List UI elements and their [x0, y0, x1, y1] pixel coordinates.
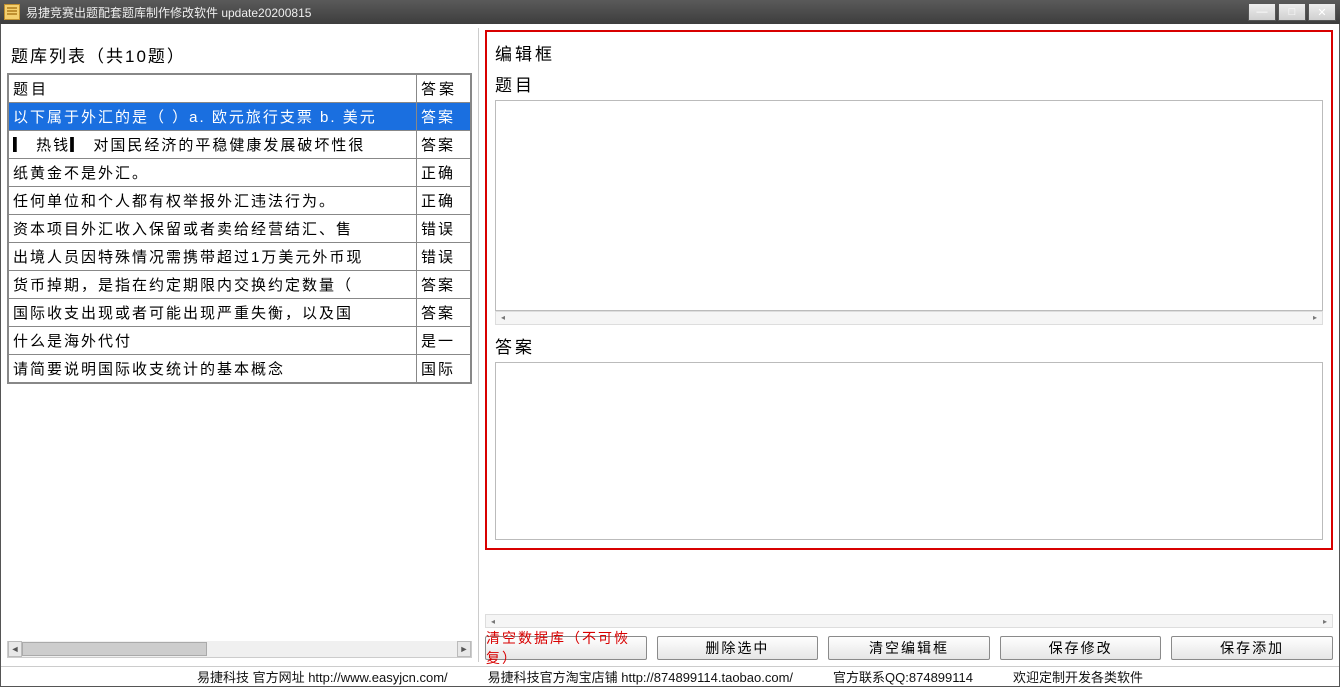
status-website: 易捷科技 官方网址 http://www.easyjcn.com/ — [197, 667, 448, 686]
scroll-thumb[interactable] — [22, 642, 207, 656]
right-pane: 编辑框 题目 ◂ ▸ 答案 ◂ ▸ — [479, 24, 1339, 666]
lower-right-area: ◂ ▸ — [485, 556, 1333, 628]
table-row[interactable]: 纸黄金不是外汇。正确 — [9, 159, 471, 187]
question-textarea[interactable] — [495, 100, 1323, 311]
cell-question: 什么是海外代付 — [9, 327, 417, 355]
status-bar: 易捷科技 官方网址 http://www.easyjcn.com/ 易捷科技官方… — [1, 666, 1339, 686]
cell-answer: 国际 — [417, 355, 471, 383]
cell-question: 请简要说明国际收支统计的基本概念 — [9, 355, 417, 383]
cell-question: 资本项目外汇收入保留或者卖给经营结汇、售 — [9, 215, 417, 243]
cell-answer: 错误 — [417, 243, 471, 271]
cell-question: 纸黄金不是外汇。 — [9, 159, 417, 187]
scroll-left-icon[interactable]: ◄ — [8, 641, 22, 657]
scroll-right-icon[interactable]: ▸ — [1308, 312, 1322, 324]
editor-panel-title: 编辑框 — [495, 38, 1323, 69]
table-row[interactable]: 货币掉期，是指在约定期限内交换约定数量（答案 — [9, 271, 471, 299]
cell-question: 出境人员因特殊情况需携带超过1万美元外币现 — [9, 243, 417, 271]
left-horizontal-scrollbar[interactable]: ◄ ► — [7, 641, 472, 658]
table-row[interactable]: 什么是海外代付是一 — [9, 327, 471, 355]
scroll-left-icon[interactable]: ◂ — [496, 312, 510, 324]
cell-question: ▎ 热钱▎ 对国民经济的平稳健康发展破坏性很 — [9, 131, 417, 159]
left-pane: 题库列表（共10题） 题目 答案 以下属于外汇的是（ ）a. 欧元旅行支票 b.… — [1, 24, 478, 666]
cell-question: 国际收支出现或者可能出现严重失衡，以及国 — [9, 299, 417, 327]
lower-hscroll[interactable]: ◂ ▸ — [485, 614, 1333, 628]
clear-editor-button[interactable]: 清空编辑框 — [828, 636, 990, 660]
col-question[interactable]: 题目 — [9, 75, 417, 103]
title-bar: 易捷竞赛出题配套题库制作修改软件 update20200815 — □ ✕ — [0, 0, 1340, 24]
table-row[interactable]: 任何单位和个人都有权举报外汇违法行为。正确 — [9, 187, 471, 215]
window-controls: — □ ✕ — [1246, 3, 1336, 21]
maximize-button[interactable]: □ — [1278, 3, 1306, 21]
table-row[interactable]: 国际收支出现或者可能出现严重失衡，以及国答案 — [9, 299, 471, 327]
scroll-left-icon[interactable]: ◂ — [486, 615, 500, 627]
cell-question: 任何单位和个人都有权举报外汇违法行为。 — [9, 187, 417, 215]
save-add-button[interactable]: 保存添加 — [1171, 636, 1333, 660]
status-qq: 官方联系QQ:874899114 — [833, 667, 973, 686]
cell-question: 以下属于外汇的是（ ）a. 欧元旅行支票 b. 美元 — [9, 103, 417, 131]
table-row[interactable]: 以下属于外汇的是（ ）a. 欧元旅行支票 b. 美元答案 — [9, 103, 471, 131]
scroll-right-icon[interactable]: ▸ — [1318, 615, 1332, 627]
status-custom: 欢迎定制开发各类软件 — [1013, 667, 1143, 686]
cell-question: 货币掉期，是指在约定期限内交换约定数量（ — [9, 271, 417, 299]
action-button-row: 清空数据库（不可恢复） 删除选中 清空编辑框 保存修改 保存添加 — [485, 634, 1333, 662]
answer-label: 答案 — [495, 331, 1323, 362]
cell-answer: 答案 — [417, 299, 471, 327]
status-taobao: 易捷科技官方淘宝店铺 http://874899114.taobao.com/ — [488, 667, 793, 686]
question-list-title: 题库列表（共10题） — [7, 32, 472, 73]
window-title: 易捷竞赛出题配套题库制作修改软件 update20200815 — [26, 4, 1246, 21]
question-table[interactable]: 题目 答案 以下属于外汇的是（ ）a. 欧元旅行支票 b. 美元答案▎ 热钱▎ … — [7, 73, 472, 384]
clear-database-button[interactable]: 清空数据库（不可恢复） — [485, 636, 647, 660]
app-body: 题库列表（共10题） 题目 答案 以下属于外汇的是（ ）a. 欧元旅行支票 b.… — [0, 24, 1340, 687]
scroll-right-icon[interactable]: ► — [457, 641, 471, 657]
close-button[interactable]: ✕ — [1308, 3, 1336, 21]
cell-answer: 正确 — [417, 187, 471, 215]
question-hscroll[interactable]: ◂ ▸ — [495, 311, 1323, 325]
cell-answer: 答案 — [417, 271, 471, 299]
table-row[interactable]: 出境人员因特殊情况需携带超过1万美元外币现错误 — [9, 243, 471, 271]
answer-textarea[interactable] — [495, 362, 1323, 540]
col-answer[interactable]: 答案 — [417, 75, 471, 103]
app-icon — [4, 4, 20, 20]
save-modify-button[interactable]: 保存修改 — [1000, 636, 1162, 660]
cell-answer: 答案 — [417, 131, 471, 159]
cell-answer: 正确 — [417, 159, 471, 187]
question-label: 题目 — [495, 69, 1323, 100]
table-row[interactable]: ▎ 热钱▎ 对国民经济的平稳健康发展破坏性很答案 — [9, 131, 471, 159]
table-row[interactable]: 请简要说明国际收支统计的基本概念国际 — [9, 355, 471, 383]
cell-answer: 错误 — [417, 215, 471, 243]
cell-answer: 是一 — [417, 327, 471, 355]
delete-selected-button[interactable]: 删除选中 — [657, 636, 819, 660]
cell-answer: 答案 — [417, 103, 471, 131]
table-row[interactable]: 资本项目外汇收入保留或者卖给经营结汇、售错误 — [9, 215, 471, 243]
minimize-button[interactable]: — — [1248, 3, 1276, 21]
editor-panel: 编辑框 题目 ◂ ▸ 答案 — [485, 30, 1333, 550]
main-area: 题库列表（共10题） 题目 答案 以下属于外汇的是（ ）a. 欧元旅行支票 b.… — [1, 24, 1339, 666]
